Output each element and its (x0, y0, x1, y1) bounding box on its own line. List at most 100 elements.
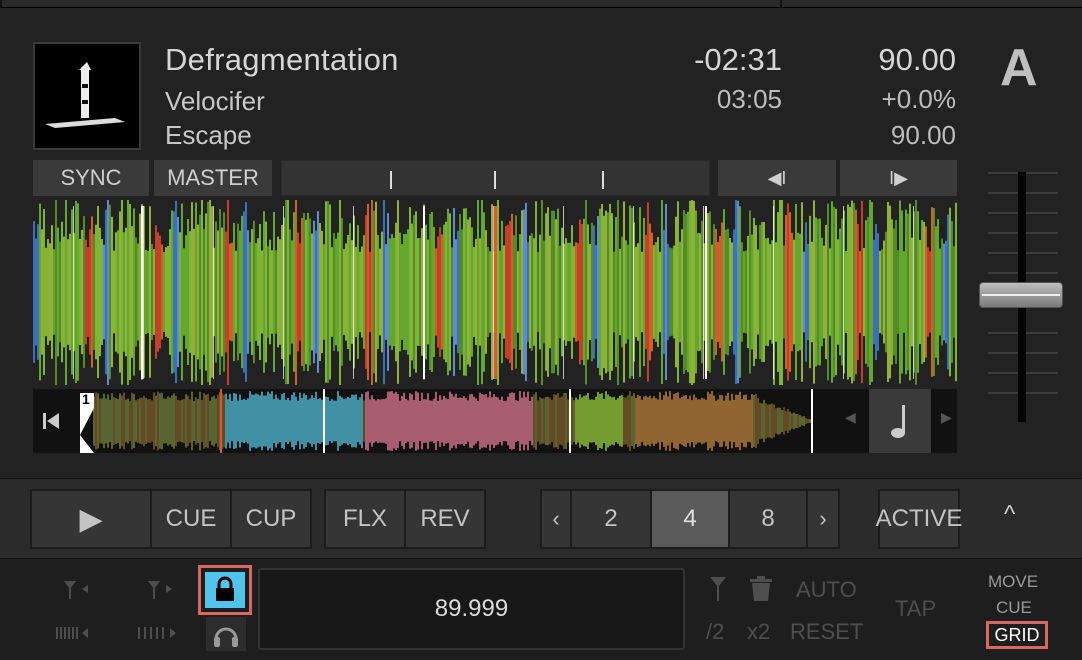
overview-slice (661, 399, 663, 443)
move-grid-button[interactable]: GRID (986, 621, 1048, 649)
waveform-slice (35, 238, 37, 346)
waveform-slice (851, 200, 853, 384)
waveform-slice (239, 230, 241, 354)
overview-slice (233, 393, 235, 449)
overview-slice (291, 394, 293, 448)
prev-cue-arrow-icon[interactable]: ◀ (845, 409, 856, 426)
grid-nudge-right-icon[interactable] (138, 621, 178, 647)
stripe-waveform[interactable] (33, 200, 957, 385)
overview-waveform[interactable]: 1 ◀ ▶ (33, 389, 957, 453)
play-button[interactable]: ▶ (32, 491, 152, 547)
cue-type-button[interactable] (869, 389, 931, 453)
waveform-slice (443, 224, 445, 360)
overview-slice (257, 394, 259, 448)
overview-slice (361, 393, 363, 449)
overview-slice (605, 391, 607, 451)
double-bpm-button[interactable]: x2 (747, 619, 770, 645)
waveform-slice (305, 219, 307, 365)
overview-slice (493, 394, 495, 448)
next-cue-arrow-icon[interactable]: ▶ (941, 409, 952, 426)
loop-next-button[interactable]: › (808, 491, 838, 547)
track-artist: Velocifer (165, 86, 265, 116)
overview-slice (483, 394, 485, 448)
waveform-slice (477, 200, 479, 385)
waveform-slice (471, 227, 473, 357)
cue-button[interactable]: CUE (152, 491, 232, 547)
overview-slice (551, 399, 553, 443)
master-button[interactable]: MASTER (154, 160, 272, 196)
overview-slice (293, 392, 295, 450)
beatjump-forward-button[interactable]: I▶ (840, 160, 957, 196)
grid-lock-button[interactable] (198, 565, 252, 615)
waveform-slice (69, 233, 71, 351)
overview-slice (583, 395, 585, 447)
waveform-slice (499, 250, 501, 334)
waveform-slice (41, 229, 43, 355)
beatgrid-line (633, 206, 634, 379)
loop-size-4[interactable]: 4 (652, 491, 730, 547)
overview-slice (265, 395, 267, 447)
overview-slice (539, 397, 541, 445)
waveform-slice (177, 216, 179, 368)
waveform-slice (925, 226, 927, 358)
sync-button[interactable]: SYNC (33, 160, 149, 196)
overview-slice (581, 397, 583, 445)
waveform-slice (809, 215, 811, 369)
waveform-slice (145, 249, 147, 335)
waveform-slice (929, 251, 931, 333)
waveform-slice (561, 227, 563, 357)
track-album: Escape (165, 120, 252, 150)
jump-to-start-icon[interactable] (41, 407, 63, 435)
waveform-slice (839, 228, 841, 356)
overview-slice (697, 399, 699, 443)
reset-button[interactable]: RESET (790, 619, 863, 645)
reverse-button[interactable]: REV (406, 491, 484, 547)
headphone-cue-button[interactable] (206, 617, 246, 651)
beatjump-back-button[interactable]: ◀I (718, 160, 836, 196)
half-bpm-button[interactable]: /2 (706, 619, 724, 645)
waveform-slice (331, 247, 333, 337)
waveform-slice (727, 228, 729, 356)
overview-slice (377, 398, 379, 444)
flux-button[interactable]: FLX (326, 491, 406, 547)
cup-button[interactable]: CUP (232, 491, 310, 547)
grid-nudge-left-icon[interactable] (56, 621, 90, 647)
overview-slice (793, 412, 795, 430)
waveform-slice (713, 224, 715, 360)
waveform-slice (841, 218, 843, 366)
loop-prev-button[interactable]: ‹ (542, 491, 572, 547)
waveform-slice (733, 229, 735, 355)
tempo-fader[interactable] (976, 166, 1066, 428)
beatgrid-line (213, 206, 214, 379)
waveform-slice (945, 240, 947, 344)
loop-size-2[interactable]: 2 (572, 491, 652, 547)
beat-shift-left-icon[interactable] (62, 577, 90, 607)
tap-button[interactable]: TAP (895, 596, 936, 622)
marker-icon[interactable] (708, 575, 728, 609)
collapse-chevron-icon[interactable]: ^ (1004, 501, 1015, 529)
overview-slice (165, 398, 167, 444)
loop-active-button[interactable]: ACTIVE (876, 491, 963, 547)
move-cue-button[interactable]: CUE (996, 598, 1032, 618)
waveform-slice (75, 201, 77, 383)
overview-slice (487, 397, 489, 445)
auto-button[interactable]: AUTO (796, 577, 857, 603)
overview-slice (267, 391, 269, 451)
overview-slice (563, 392, 565, 450)
playhead (494, 206, 497, 379)
overview-slice (567, 399, 569, 443)
bpm-input[interactable]: 89.999 (258, 568, 685, 650)
overview-slice (657, 399, 659, 443)
overview-slice (571, 397, 573, 445)
waveform-slice (135, 237, 137, 347)
waveform-slice (391, 234, 393, 350)
overview-slice (767, 404, 769, 438)
trash-icon[interactable] (748, 575, 774, 609)
beat-shift-right-icon[interactable] (146, 577, 174, 607)
downbeat-marker (423, 206, 425, 379)
fader-handle[interactable] (979, 282, 1063, 308)
waveform-slice (855, 209, 857, 375)
loop-size-8[interactable]: 8 (730, 491, 808, 547)
overview-slice (309, 398, 311, 444)
overview-slice (781, 409, 783, 433)
